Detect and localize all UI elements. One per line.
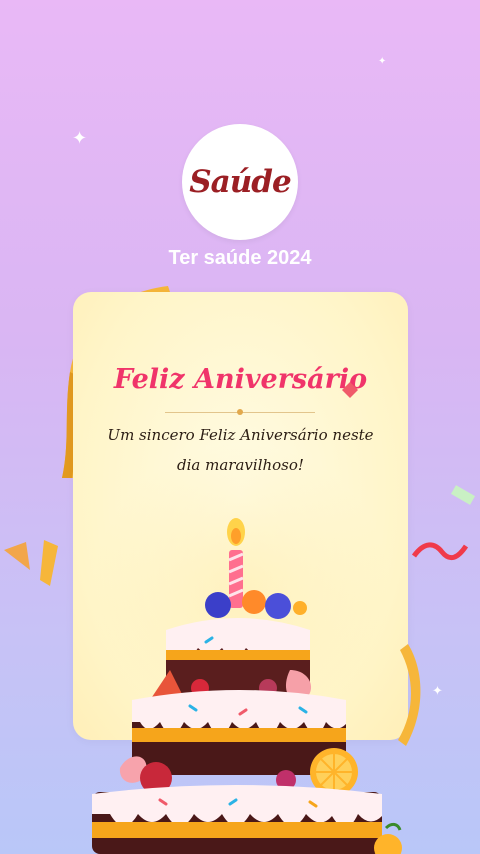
sparkle-icon: ✦ — [378, 56, 387, 67]
header-subtitle: Ter saúde 2024 — [168, 247, 312, 269]
divider-dot — [237, 409, 243, 415]
logo-text: Saúde — [189, 164, 291, 200]
confetti-decoration — [342, 382, 358, 398]
candle-icon — [227, 518, 245, 608]
confetti-decoration — [450, 485, 476, 505]
card-message: Um sincero Feliz Aniversário neste dia m… — [107, 426, 374, 474]
birthday-cake-illustration — [92, 518, 402, 854]
sparkle-icon: ✦ — [72, 128, 88, 149]
logo-badge: Saúde — [182, 124, 298, 240]
